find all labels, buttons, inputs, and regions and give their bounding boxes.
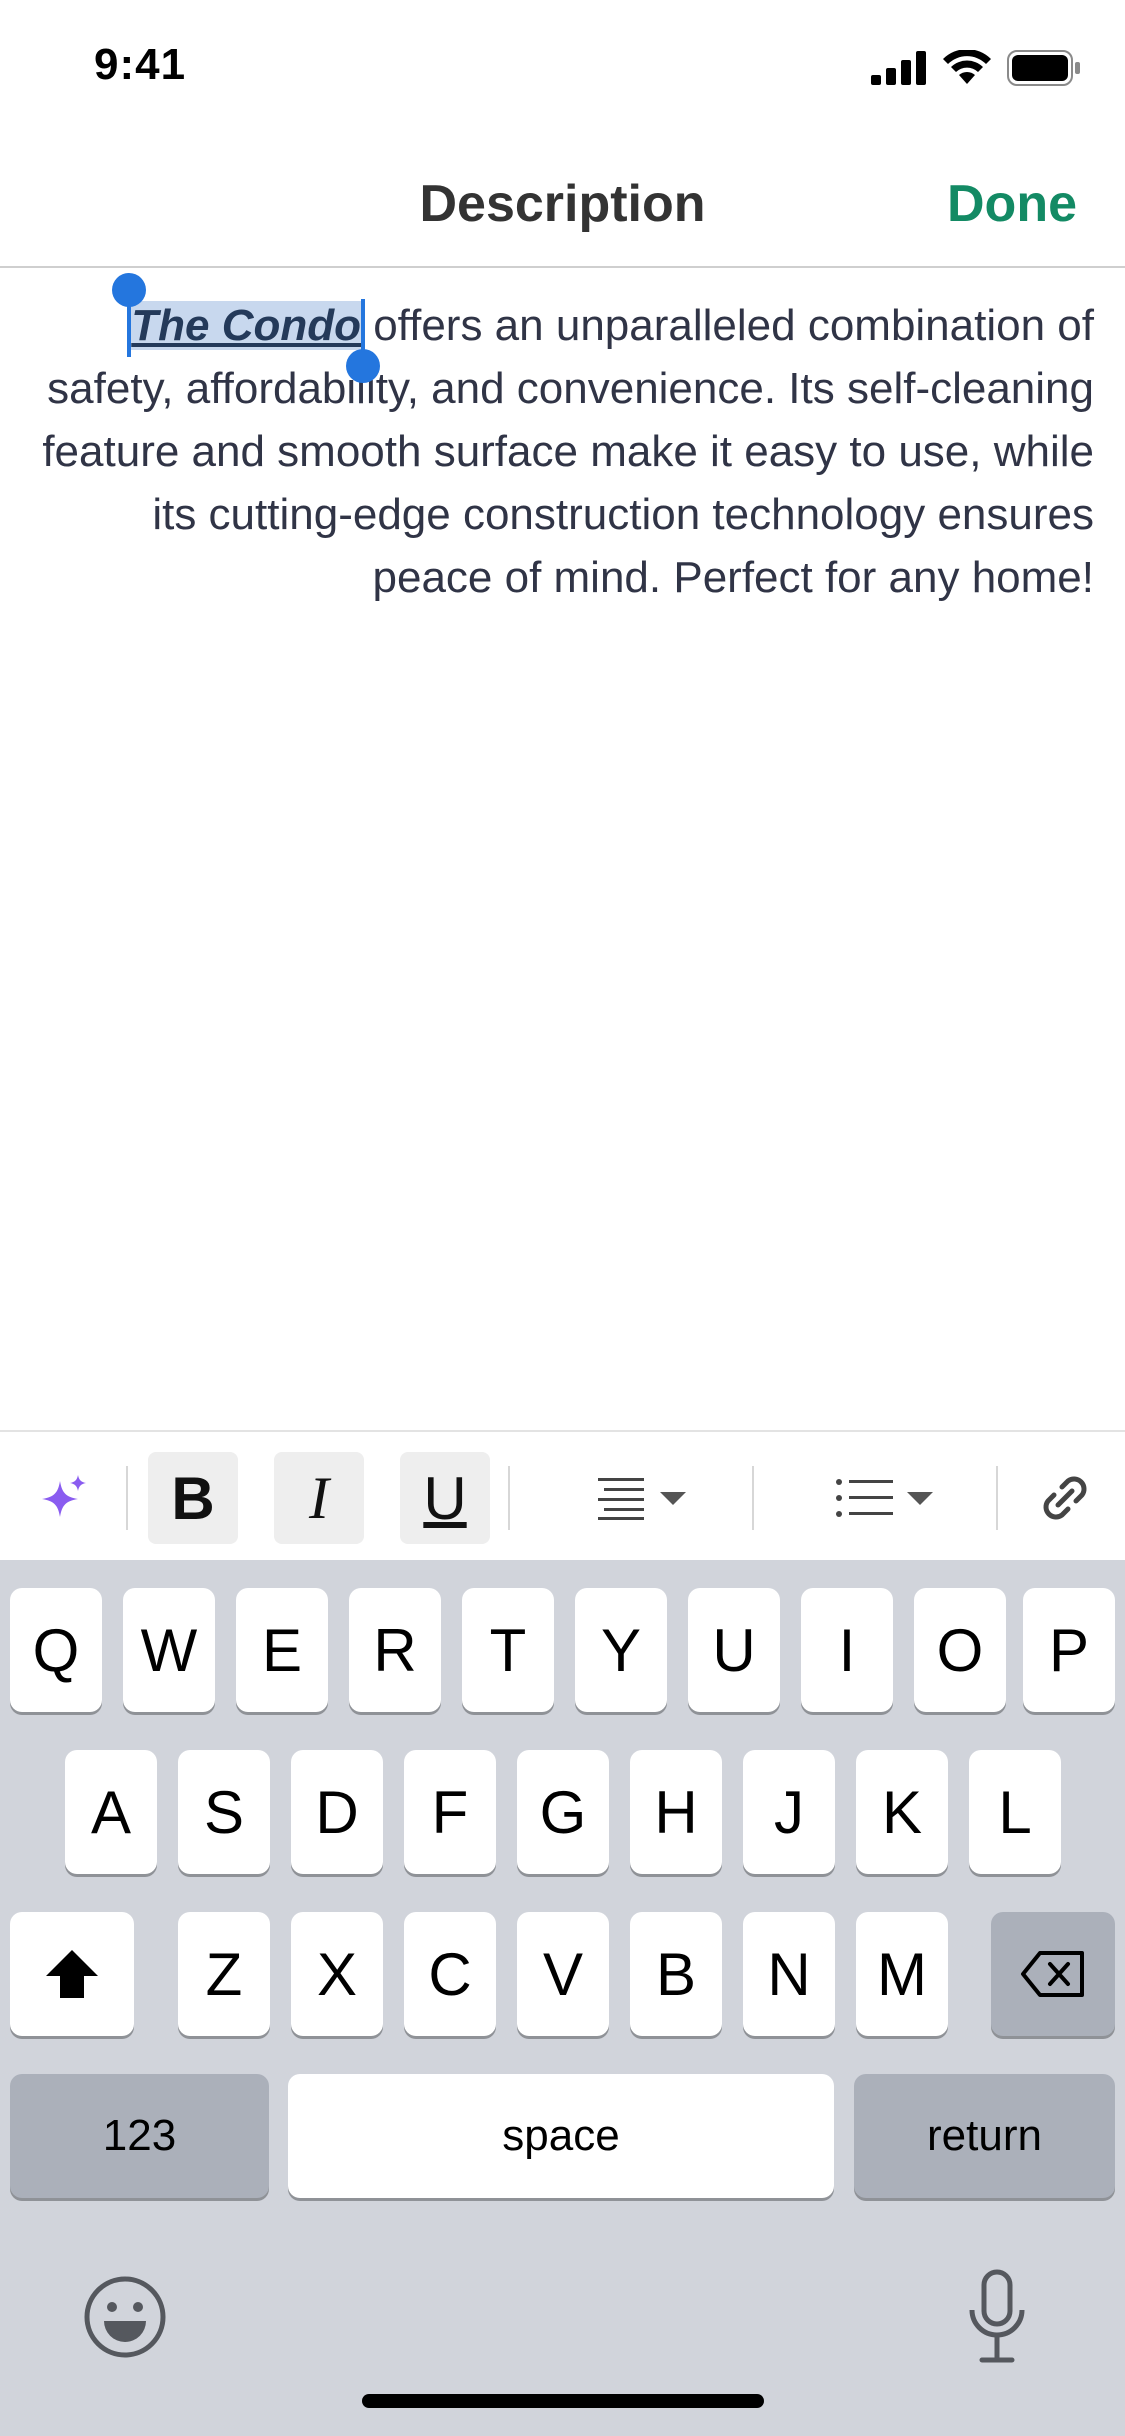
key-e[interactable]: E xyxy=(236,1588,328,1712)
key-d[interactable]: D xyxy=(291,1750,383,1874)
key-p[interactable]: P xyxy=(1023,1588,1115,1712)
cellular-signal-icon xyxy=(871,51,926,85)
toolbar-divider xyxy=(508,1466,510,1530)
key-b[interactable]: B xyxy=(630,1912,722,2036)
space-key[interactable]: space xyxy=(288,2074,834,2198)
selected-text-content: The Condo xyxy=(131,301,361,350)
key-m[interactable]: M xyxy=(856,1912,948,2036)
toolbar-divider xyxy=(126,1466,128,1530)
key-c[interactable]: C xyxy=(404,1912,496,2036)
dictation-button[interactable] xyxy=(962,2268,1032,2368)
done-button[interactable]: Done xyxy=(947,174,1077,234)
key-f[interactable]: F xyxy=(404,1750,496,1874)
return-key[interactable]: return xyxy=(854,2074,1115,2198)
toolbar-divider xyxy=(752,1466,754,1530)
microphone-icon xyxy=(969,2269,1025,2363)
status-bar: 9:41 xyxy=(0,0,1125,140)
shift-icon xyxy=(46,1950,98,1998)
status-icons xyxy=(871,50,1081,86)
alignment-dropdown[interactable] xyxy=(586,1452,696,1544)
wifi-icon xyxy=(943,50,991,84)
toolbar-divider xyxy=(996,1466,998,1530)
sparkle-icon xyxy=(42,1475,86,1517)
backspace-icon xyxy=(1021,1951,1084,1997)
key-v[interactable]: V xyxy=(517,1912,609,2036)
key-g[interactable]: G xyxy=(517,1750,609,1874)
key-n[interactable]: N xyxy=(743,1912,835,2036)
underline-button[interactable]: U xyxy=(400,1452,490,1544)
emoji-icon xyxy=(84,2276,166,2358)
chevron-down-icon xyxy=(660,1492,686,1505)
list-dropdown[interactable] xyxy=(830,1452,940,1544)
ai-sparkle-button[interactable] xyxy=(30,1452,100,1544)
key-l[interactable]: L xyxy=(969,1750,1061,1874)
key-w[interactable]: W xyxy=(123,1588,215,1712)
selection-start-handle[interactable] xyxy=(112,273,147,357)
key-u[interactable]: U xyxy=(688,1588,780,1712)
key-h[interactable]: H xyxy=(630,1750,722,1874)
battery-icon xyxy=(1007,50,1080,86)
key-s[interactable]: S xyxy=(178,1750,270,1874)
key-a[interactable]: A xyxy=(65,1750,157,1874)
align-right-icon xyxy=(598,1478,644,1520)
bold-button[interactable]: B xyxy=(148,1452,238,1544)
delete-key[interactable] xyxy=(991,1912,1115,2036)
emoji-button[interactable] xyxy=(82,2274,168,2360)
key-x[interactable]: X xyxy=(291,1912,383,2036)
key-r[interactable]: R xyxy=(349,1588,441,1712)
key-j[interactable]: J xyxy=(743,1750,835,1874)
formatting-toolbar: B I U xyxy=(0,1430,1125,1562)
bulleted-list-icon xyxy=(836,1479,893,1517)
link-button[interactable] xyxy=(1030,1452,1100,1544)
numbers-key[interactable]: 123 xyxy=(10,2074,269,2198)
description-editor[interactable]: The Condo offers an unparalleled combina… xyxy=(40,273,1094,609)
key-t[interactable]: T xyxy=(462,1588,554,1712)
key-z[interactable]: Z xyxy=(178,1912,270,2036)
chevron-down-icon xyxy=(907,1492,933,1505)
home-indicator[interactable] xyxy=(362,2394,764,2408)
key-y[interactable]: Y xyxy=(575,1588,667,1712)
shift-key[interactable] xyxy=(10,1912,134,2036)
key-o[interactable]: O xyxy=(914,1588,1006,1712)
nav-bar: Description Done xyxy=(0,140,1125,268)
key-k[interactable]: K xyxy=(856,1750,948,1874)
selection-end-handle[interactable] xyxy=(345,299,380,383)
status-time: 9:41 xyxy=(94,40,187,89)
keyboard: Q W E R T Y U I O P A S D F G H J K L Z … xyxy=(0,1560,1125,2436)
selected-text[interactable]: The Condo xyxy=(112,273,380,383)
link-icon xyxy=(1043,1476,1087,1520)
key-q[interactable]: Q xyxy=(10,1588,102,1712)
key-i[interactable]: I xyxy=(801,1588,893,1712)
italic-button[interactable]: I xyxy=(274,1452,364,1544)
